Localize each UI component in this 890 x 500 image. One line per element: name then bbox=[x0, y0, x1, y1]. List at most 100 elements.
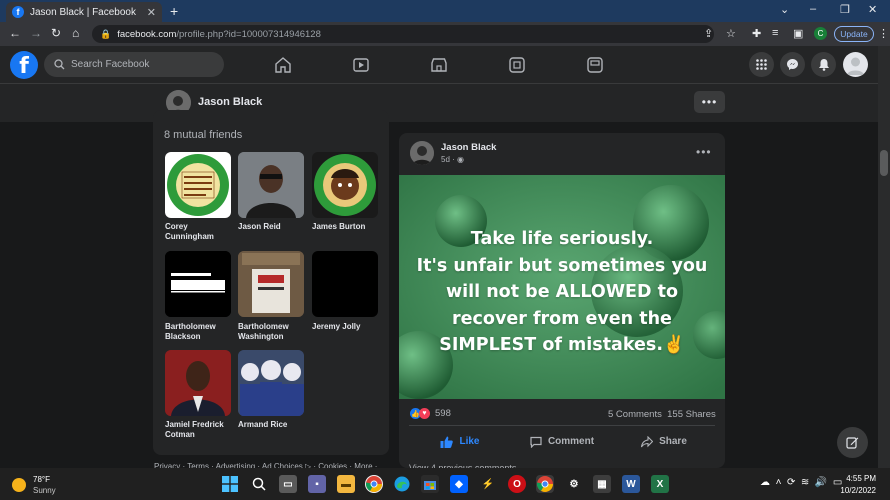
sun-icon bbox=[12, 478, 26, 492]
like-label: Like bbox=[459, 436, 480, 447]
side-panel-icon[interactable]: ▣ bbox=[793, 27, 803, 40]
like-button[interactable]: Like bbox=[409, 426, 511, 457]
post-author-name[interactable]: Jason Black bbox=[441, 142, 496, 153]
friend-photo[interactable] bbox=[165, 251, 231, 317]
scrollbar-thumb[interactable] bbox=[880, 150, 888, 176]
url-bar[interactable]: 🔒 facebook.com/profile.php?id=1000073149… bbox=[92, 25, 714, 43]
messenger-icon bbox=[787, 59, 798, 70]
post-author-avatar[interactable] bbox=[410, 141, 434, 165]
windows-start-icon[interactable] bbox=[221, 475, 239, 493]
friend-photo[interactable] bbox=[165, 350, 231, 416]
system-tray[interactable]: ☁ ˄ ⟳ ≋ 🔊 ▭ bbox=[760, 477, 842, 488]
post-more-options-icon[interactable]: ••• bbox=[696, 145, 712, 159]
dropbox-icon[interactable]: ◆ bbox=[450, 475, 468, 493]
mutual-friends-count[interactable]: 8 mutual friends bbox=[164, 129, 242, 141]
search-icon bbox=[54, 59, 65, 70]
home-nav-icon[interactable] bbox=[274, 56, 292, 74]
post-quote-text: Take life seriously. It's unfair but som… bbox=[399, 226, 725, 359]
back-icon[interactable]: ← bbox=[9, 26, 21, 40]
friend-name[interactable]: James Burton bbox=[312, 222, 382, 232]
bookmark-star-icon[interactable]: ☆ bbox=[726, 27, 736, 40]
friend-name[interactable]: Corey Cunningham bbox=[165, 222, 235, 242]
share-button[interactable]: Share bbox=[613, 426, 715, 457]
friend-name[interactable]: Jason Reid bbox=[238, 222, 308, 232]
bell-icon bbox=[818, 59, 829, 71]
shares-count[interactable]: 155 Shares bbox=[667, 409, 716, 420]
gaming-nav-icon[interactable] bbox=[586, 56, 604, 74]
friend-photo[interactable] bbox=[165, 152, 231, 218]
browser-profile-avatar[interactable]: C bbox=[814, 27, 827, 40]
tab-search-icon[interactable]: ⌄ bbox=[780, 3, 789, 16]
friend-name[interactable]: Armand Rice bbox=[238, 420, 308, 430]
cloud-icon[interactable]: ☁ bbox=[760, 477, 770, 488]
friend-photo[interactable] bbox=[238, 350, 304, 416]
clock-date: 10/2/2022 bbox=[840, 486, 876, 495]
reactions-summary[interactable]: 👍 ♥ 598 bbox=[410, 408, 451, 419]
edge-icon[interactable] bbox=[393, 475, 411, 493]
browser-tab[interactable]: f Jason Black | Facebook ✕ bbox=[6, 2, 162, 22]
notifications-button[interactable] bbox=[811, 52, 836, 77]
chrome-icon[interactable] bbox=[365, 475, 383, 493]
post-timestamp[interactable]: 5d · ◉ bbox=[441, 155, 464, 164]
comments-count[interactable]: 5 Comments bbox=[608, 409, 662, 420]
weather-widget[interactable]: 78°F Sunny bbox=[12, 474, 56, 496]
home-icon[interactable]: ⌂ bbox=[72, 26, 79, 40]
friend-photo[interactable] bbox=[238, 251, 304, 317]
restore-icon[interactable]: ❐ bbox=[840, 3, 850, 16]
volume-icon[interactable]: 🔊 bbox=[815, 477, 827, 488]
file-explorer-icon[interactable]: ▬ bbox=[337, 475, 355, 493]
facebook-logo-icon[interactable]: f bbox=[10, 51, 38, 79]
teams-chat-icon[interactable]: ▪ bbox=[308, 475, 326, 493]
app-icon[interactable]: ▦ bbox=[593, 475, 611, 493]
task-view-icon[interactable]: ▭ bbox=[279, 475, 297, 493]
friend-name[interactable]: Jeremy Jolly bbox=[312, 322, 382, 332]
compose-icon bbox=[846, 437, 859, 449]
account-avatar[interactable] bbox=[843, 52, 868, 77]
profile-name[interactable]: Jason Black bbox=[198, 96, 262, 108]
windows-taskbar bbox=[0, 468, 890, 500]
chrome-active-icon[interactable] bbox=[536, 475, 554, 493]
wifi-icon[interactable]: ≋ bbox=[801, 477, 809, 488]
new-message-button[interactable] bbox=[837, 427, 868, 458]
friend-name[interactable]: Jamiel Fredrick Cotman bbox=[165, 420, 235, 440]
comment-button[interactable]: Comment bbox=[511, 426, 613, 457]
update-button[interactable]: Update bbox=[834, 26, 874, 42]
friend-photo[interactable] bbox=[312, 152, 378, 218]
weather-temperature: 78°F bbox=[33, 475, 50, 484]
profile-more-button[interactable]: ••• bbox=[694, 91, 725, 113]
browser-menu-icon[interactable]: ⋮ bbox=[878, 27, 889, 40]
opera-icon[interactable]: O bbox=[508, 475, 526, 493]
settings-gear-icon[interactable]: ⚙ bbox=[565, 475, 583, 493]
page-scrollbar[interactable] bbox=[878, 46, 890, 468]
search-input[interactable]: Search Facebook bbox=[44, 52, 224, 77]
tab-close-icon[interactable]: ✕ bbox=[147, 6, 156, 19]
chevron-up-icon[interactable]: ˄ bbox=[776, 477, 782, 488]
comment-label: Comment bbox=[547, 436, 595, 447]
reload-icon[interactable]: ↻ bbox=[51, 26, 61, 40]
messenger-button[interactable] bbox=[780, 52, 805, 77]
lightning-app-icon[interactable]: ⚡ bbox=[479, 475, 497, 493]
word-icon[interactable]: W bbox=[622, 475, 640, 493]
marketplace-nav-icon[interactable] bbox=[430, 56, 448, 74]
forward-icon[interactable]: → bbox=[30, 26, 42, 40]
minimize-icon[interactable]: – bbox=[810, 3, 816, 15]
watch-nav-icon[interactable] bbox=[352, 56, 370, 74]
friend-name[interactable]: Bartholomew Blackson bbox=[165, 322, 235, 342]
store-icon[interactable] bbox=[421, 475, 439, 493]
friend-photo[interactable] bbox=[312, 251, 378, 317]
extensions-icon[interactable]: ✚ bbox=[752, 27, 761, 40]
friend-photo[interactable] bbox=[238, 152, 304, 218]
sync-icon[interactable]: ⟳ bbox=[787, 477, 795, 488]
media-icon[interactable]: ≡ bbox=[772, 27, 778, 39]
taskbar-clock[interactable]: 4:55 PM 10/2/2022 bbox=[840, 473, 876, 497]
share-icon[interactable]: ⇪ bbox=[704, 27, 713, 40]
excel-icon[interactable]: X bbox=[651, 475, 669, 493]
love-reaction-icon: ♥ bbox=[419, 408, 430, 419]
new-tab-icon[interactable]: + bbox=[170, 3, 178, 19]
menu-grid-button[interactable] bbox=[749, 52, 774, 77]
taskbar-search-icon[interactable] bbox=[250, 475, 268, 493]
friend-name[interactable]: Bartholomew Washington bbox=[238, 322, 308, 342]
close-window-icon[interactable]: ✕ bbox=[868, 3, 877, 16]
groups-nav-icon[interactable] bbox=[508, 56, 526, 74]
quote-line: will not be ALLOWED to bbox=[445, 282, 679, 302]
